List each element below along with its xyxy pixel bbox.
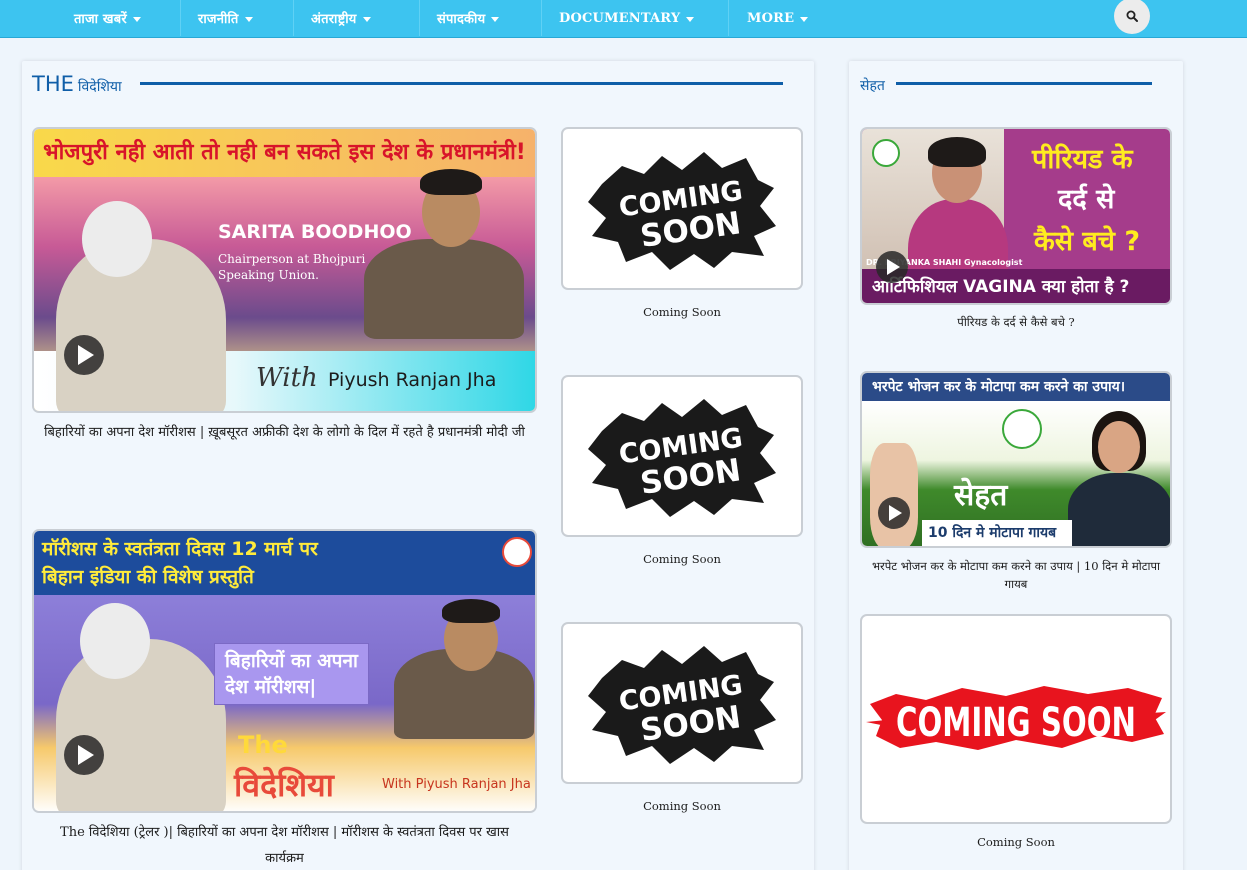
section-title-health: सेहत xyxy=(860,76,885,95)
thumbnail-title-line: पीरियड के xyxy=(1032,144,1133,175)
thumbnail-videshiya-text: विदेशिया xyxy=(234,766,334,804)
presenter-head xyxy=(1098,421,1140,473)
video-thumbnail-videshiya-trailer[interactable]: मॉरीशस के स्वतंत्रता दिवस 12 मार्च पर बि… xyxy=(32,529,537,813)
video-caption[interactable]: बिहारियों का अपना देश मॉरीशस | ख़ूबसूरत … xyxy=(32,420,537,446)
thumbnail-banner: मॉरीशस के स्वतंत्रता दिवस 12 मार्च पर बि… xyxy=(34,531,535,595)
chevron-down-icon xyxy=(491,16,500,22)
belly-figure xyxy=(870,443,918,546)
presenter-figure xyxy=(1068,473,1170,546)
channel-logo xyxy=(502,537,532,567)
doctor-hair xyxy=(928,137,986,167)
video-caption[interactable]: The विदेशिया (ट्रेलर )| बिहारियों का अपन… xyxy=(22,820,547,870)
thumbnail-title-line: दर्द से xyxy=(1058,184,1115,215)
search-icon xyxy=(1126,10,1138,22)
video-caption[interactable]: भरपेट भोजन कर के मोटापा कम करने का उपाय … xyxy=(860,557,1172,593)
host-hair xyxy=(442,599,500,623)
thumbnail-guest-role: Chairperson at Bhojpuri Speaking Union. xyxy=(218,251,365,283)
coming-soon-art: COMING SOON xyxy=(563,129,801,288)
thumbnail-banner-line: मॉरीशस के स्वतंत्रता दिवस 12 मार्च पर xyxy=(42,538,318,560)
nav-divider xyxy=(180,0,181,36)
thumbnail-top-bar: भरपेट भोजन कर के मोटापा कम करने का उपाय। xyxy=(862,373,1170,401)
video-caption[interactable]: पीरियड के दर्द से कैसे बचे ? xyxy=(860,313,1172,331)
video-caption[interactable]: Coming Soon xyxy=(561,797,803,815)
title-box-line: बिहारियों का अपना xyxy=(225,650,358,672)
nav-item-more[interactable]: MORE xyxy=(747,0,809,36)
thumbnail-the-text: The xyxy=(238,731,288,759)
guest-head xyxy=(82,201,152,277)
nav-item-international[interactable]: अंतराष्ट्रीय xyxy=(311,0,371,36)
coming-soon-graphic: COMING SOON xyxy=(588,399,776,517)
thumbnail-title-line: कैसे बचे ? xyxy=(1034,226,1141,257)
coming-soon-graphic: COMING SOON xyxy=(866,686,1166,750)
play-icon[interactable] xyxy=(64,335,104,375)
video-thumbnail-coming-soon[interactable]: COMING SOON xyxy=(561,375,803,537)
nav-item-label: संपादकीय xyxy=(437,12,486,27)
section-title-prefix: THE xyxy=(32,72,74,96)
thumbnail-sehat-text: सेहत xyxy=(954,478,1008,513)
section-title-text: विदेशिया xyxy=(77,79,122,95)
host-hair xyxy=(420,169,482,195)
video-thumbnail-period-pain[interactable]: पीरियड के दर्द से कैसे बचे ? DR. PRIYANK… xyxy=(860,127,1172,305)
search-button[interactable] xyxy=(1114,0,1150,34)
video-thumbnail-coming-soon[interactable]: COMING SOON xyxy=(860,614,1172,824)
section-title-text: सेहत xyxy=(860,78,885,94)
thumbnail-guest-name: SARITA BOODHOO xyxy=(218,221,412,243)
nav-item-latest-news[interactable]: ताजा खबरें xyxy=(74,0,141,36)
thumbnail-host-name: With Piyush Ranjan Jha xyxy=(382,777,531,792)
thumbnail-title-box: बिहारियों का अपना देश मॉरीशस| xyxy=(214,643,369,705)
nav-divider xyxy=(541,0,542,36)
title-box-line: देश मॉरीशस| xyxy=(225,676,317,698)
section-title-videshiya: THE विदेशिया xyxy=(32,72,122,96)
nav-item-documentary[interactable]: DOCUMENTARY xyxy=(559,0,695,36)
coming-soon-art: COMING SOON xyxy=(563,377,801,535)
section-title-underline xyxy=(140,82,783,85)
nav-item-politics[interactable]: राजनीति xyxy=(198,0,253,36)
nav-item-label: ताजा खबरें xyxy=(74,12,127,27)
video-thumbnail-coming-soon[interactable]: COMING SOON xyxy=(561,622,803,784)
guest-role-line: Speaking Union. xyxy=(218,268,319,282)
channel-logo xyxy=(872,139,900,167)
play-icon[interactable] xyxy=(876,251,908,283)
nav-item-label: MORE xyxy=(747,10,795,26)
coming-soon-graphic: COMING SOON xyxy=(588,151,776,270)
video-caption[interactable]: Coming Soon xyxy=(561,303,803,321)
video-thumbnail-sarita-boodhoo[interactable]: भोजपुरी नही आती तो नही बन सकते इस देश के… xyxy=(32,127,537,413)
nav-divider xyxy=(728,0,729,36)
chevron-down-icon xyxy=(132,16,141,22)
nav-item-editorial[interactable]: संपादकीय xyxy=(437,0,500,36)
channel-logo xyxy=(1002,409,1042,449)
doctor-role: Gynacologist xyxy=(963,258,1023,267)
nav-divider xyxy=(293,0,294,36)
play-icon[interactable] xyxy=(64,735,104,775)
guest-role-line: Chairperson at Bhojpuri xyxy=(218,252,366,266)
play-icon[interactable] xyxy=(878,497,910,529)
section-title-underline xyxy=(896,82,1152,85)
host-figure xyxy=(364,239,524,339)
guest-head xyxy=(80,603,150,679)
coming-soon-graphic: COMING SOON xyxy=(588,646,776,764)
coming-soon-art: COMING SOON xyxy=(563,624,801,782)
chevron-down-icon xyxy=(800,16,809,22)
thumbnail-bottom-text: आर्टिफिशियल VAGINA क्या होता है ? xyxy=(872,277,1130,297)
video-thumbnail-weight-loss[interactable]: भरपेट भोजन कर के मोटापा कम करने का उपाय।… xyxy=(860,371,1172,548)
chevron-down-icon xyxy=(362,16,371,22)
video-caption[interactable]: Coming Soon xyxy=(561,550,803,568)
coming-soon-text: COMING SOON xyxy=(896,700,1136,746)
top-navigation-bar: ताजा खबरें राजनीति अंतराष्ट्रीय संपादकीय… xyxy=(0,0,1247,38)
nav-item-label: राजनीति xyxy=(198,12,239,27)
video-caption[interactable]: Coming Soon xyxy=(860,833,1172,851)
thumbnail-with-text: With xyxy=(256,363,318,393)
coming-soon-art: COMING SOON xyxy=(862,616,1170,822)
caption-line: The विदेशिया (ट्रेलर )| बिहारियों का अपन… xyxy=(60,825,509,840)
video-thumbnail-coming-soon[interactable]: COMING SOON xyxy=(561,127,803,290)
thumbnail-banner-line: बिहान इंडिया की विशेष प्रस्तुति xyxy=(42,566,254,588)
nav-item-label: DOCUMENTARY xyxy=(559,10,681,26)
thumbnail-strip-text: 10 दिन मे मोटापा गायब xyxy=(922,520,1072,546)
nav-item-label: अंतराष्ट्रीय xyxy=(311,12,357,27)
nav-divider xyxy=(419,0,420,36)
chevron-down-icon xyxy=(686,16,695,22)
thumbnail-host-name: Piyush Ranjan Jha xyxy=(328,369,497,391)
chevron-down-icon xyxy=(244,16,253,22)
caption-line: कार्यक्रम xyxy=(265,851,304,866)
